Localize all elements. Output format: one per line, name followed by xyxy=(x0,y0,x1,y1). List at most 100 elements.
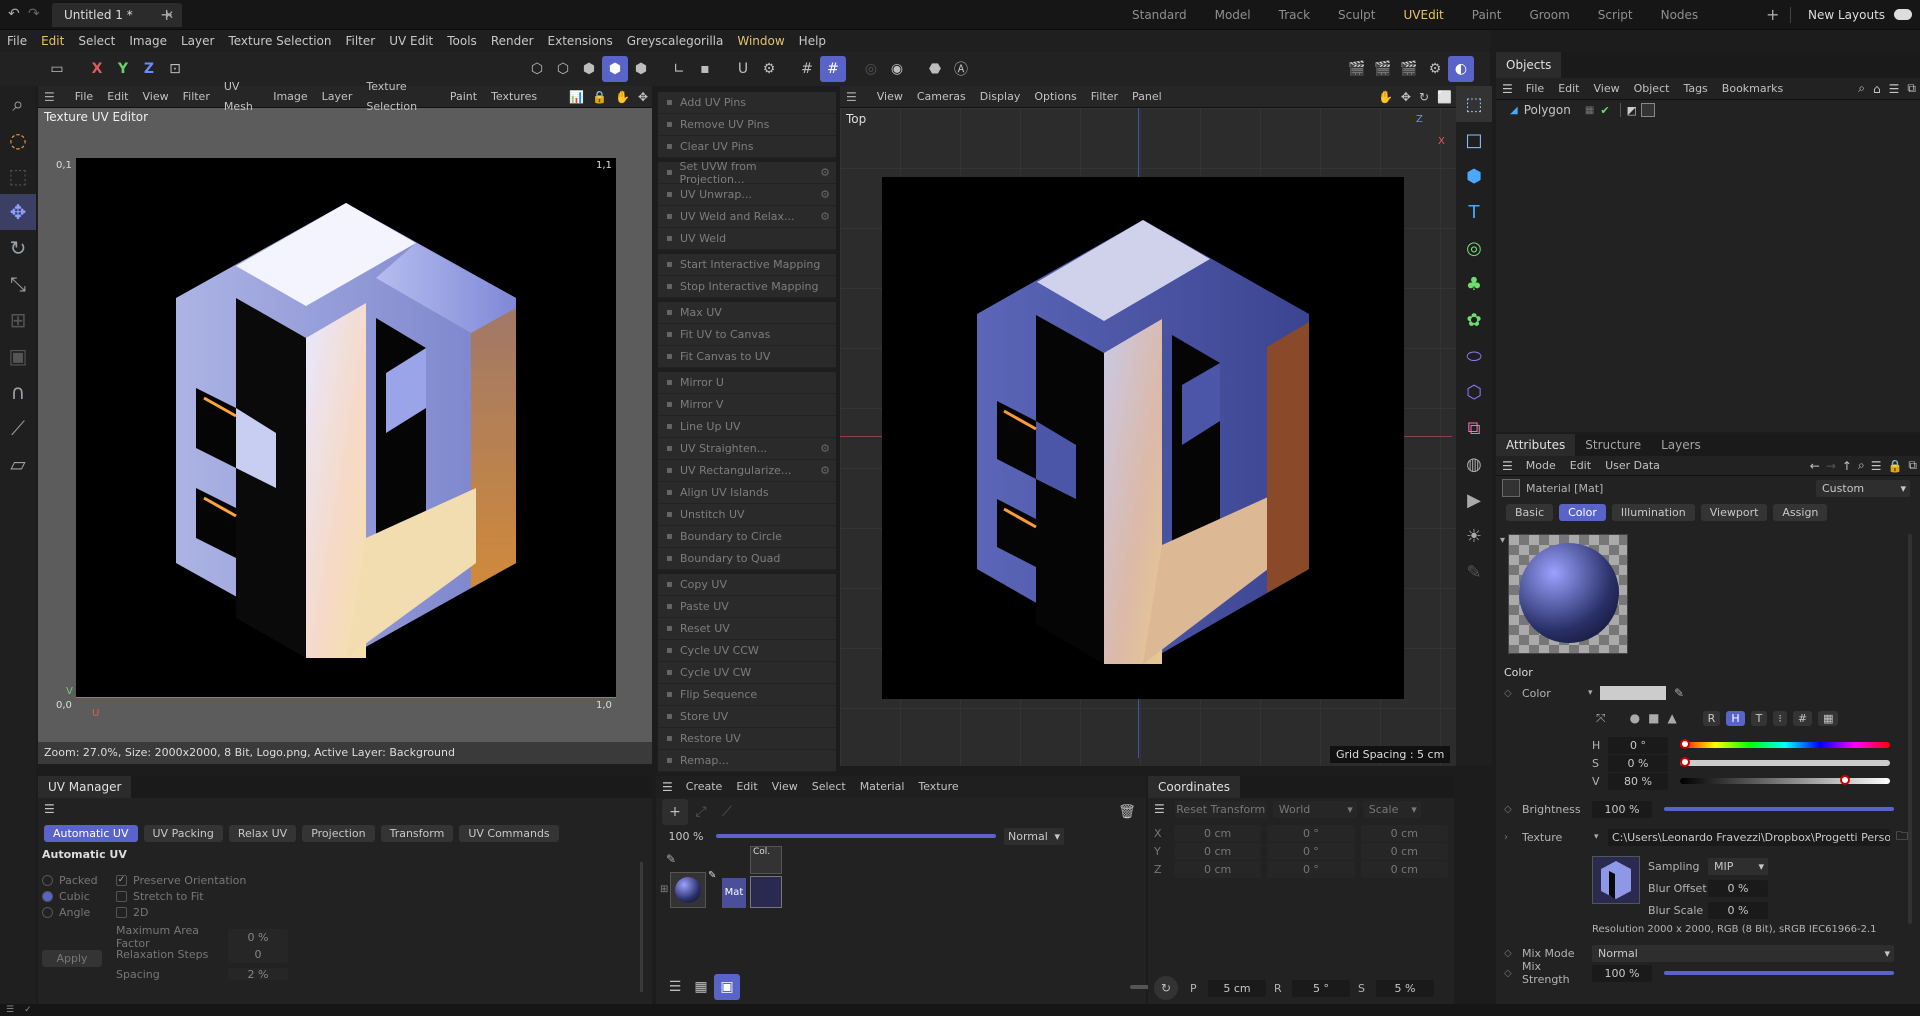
relax-steps-field[interactable]: 0 xyxy=(228,946,288,963)
grid-view-icon[interactable]: ▦ xyxy=(688,974,714,1000)
uv-command-start-interactive-mapping[interactable]: ▪ Start Interactive Mapping xyxy=(658,254,836,276)
new-tab-icon[interactable]: + xyxy=(160,5,173,24)
uv-menu-textures[interactable]: Textures xyxy=(484,87,544,107)
mix-mode-dropdown[interactable]: Normal ▾ xyxy=(1592,944,1894,962)
checkbox-icon[interactable] xyxy=(116,906,127,918)
uv-select-icon[interactable]: ⬚ xyxy=(1456,86,1492,122)
render-settings-clapper-icon[interactable]: ⚙ xyxy=(1422,56,1448,82)
hsv-field[interactable]: 0 ° xyxy=(1608,736,1668,754)
menu-greyscalegorilla[interactable]: Greyscalegorilla xyxy=(620,30,731,52)
deformer-icon[interactable]: ✿ xyxy=(1456,302,1492,338)
menu-window[interactable]: Window xyxy=(730,30,791,52)
uv-transform-icon[interactable]: ▣ xyxy=(0,338,36,374)
p-field[interactable]: 5 cm xyxy=(1208,979,1266,997)
uv-command-cycle-uv-cw[interactable]: ▪ Cycle UV CW xyxy=(658,662,836,684)
hsv-slider[interactable] xyxy=(1680,775,1890,785)
eyedropper-icon[interactable]: ✎ xyxy=(1674,686,1684,700)
uv-command-reset-uv[interactable]: ▪ Reset UV xyxy=(658,618,836,640)
uv-command-stop-interactive-mapping[interactable]: ▪ Stop Interactive Mapping xyxy=(658,276,836,298)
material-label[interactable]: Mat xyxy=(722,878,746,908)
gear-icon[interactable]: ⚙ xyxy=(820,464,830,477)
model-icon[interactable]: ⬣ xyxy=(922,56,948,82)
add-material-icon[interactable]: + xyxy=(662,799,688,825)
hsv-mode-button[interactable]: H xyxy=(1726,710,1745,726)
menu-tools[interactable]: Tools xyxy=(440,30,484,52)
uv-command-boundary-to-quad[interactable]: ▪ Boundary to Quad xyxy=(658,548,836,570)
uv-command-line-up-uv[interactable]: ▪ Line Up UV xyxy=(658,416,836,438)
zoom-icon[interactable]: ⌕ xyxy=(0,86,36,122)
camera-icon[interactable]: ▶ xyxy=(1456,482,1492,518)
delete-icon[interactable]: 🗑 xyxy=(1114,799,1140,825)
coord-pos-field[interactable]: 0 cm xyxy=(1173,842,1262,860)
radio-icon[interactable] xyxy=(42,874,53,886)
tab-attributes[interactable]: Attributes xyxy=(1496,434,1576,456)
attributes-scrollbar[interactable] xyxy=(1908,534,1912,924)
zoom-slider[interactable] xyxy=(716,834,996,838)
forward-arrow-icon[interactable]: → xyxy=(1823,459,1839,473)
coord-rot-field[interactable]: 0 ° xyxy=(1267,860,1355,878)
hamburger-icon[interactable]: ☰ xyxy=(38,86,61,108)
apply-button[interactable]: Apply xyxy=(42,950,102,967)
uv-command-copy-uv[interactable]: ▪ Copy UV xyxy=(658,574,836,596)
sculpt-brush-icon[interactable]: Ⓐ xyxy=(948,56,974,82)
tab-layers[interactable]: Layers xyxy=(1651,434,1711,456)
layout-tab-sculpt[interactable]: Sculpt xyxy=(1324,0,1389,30)
menu-uv-edit[interactable]: UV Edit xyxy=(382,30,440,52)
material-menu-edit[interactable]: Edit xyxy=(729,777,764,797)
gear-icon[interactable]: ⚙ xyxy=(820,188,830,201)
slider-knob[interactable] xyxy=(1680,739,1690,749)
uv-command-boundary-to-circle[interactable]: ▪ Boundary to Circle xyxy=(658,526,836,548)
edit-pen-icon[interactable]: ✎ xyxy=(708,870,716,881)
pan-icon[interactable]: ✋ xyxy=(1374,86,1397,108)
tab-structure[interactable]: Structure xyxy=(1575,434,1651,456)
uv-menu-filter[interactable]: Filter xyxy=(176,87,217,107)
search-icon[interactable]: ⌕ xyxy=(1855,458,1868,473)
uv-canvas[interactable] xyxy=(76,158,616,698)
uv-command-store-uv[interactable]: ▪ Store UV xyxy=(658,706,836,728)
projection-option-angle[interactable]: Angle xyxy=(42,904,98,920)
expand-icon[interactable]: ⊞ xyxy=(660,884,668,895)
tag-icon[interactable]: ⧉ xyxy=(1456,410,1492,446)
cloner-icon[interactable]: ♣ xyxy=(1456,266,1492,302)
blur-offset-field[interactable]: 0 % xyxy=(1708,880,1768,897)
hsv-slider[interactable] xyxy=(1680,739,1890,749)
material-menu-view[interactable]: View xyxy=(765,777,805,797)
blur-scale-field[interactable]: 0 % xyxy=(1708,902,1768,919)
menu-extensions[interactable]: Extensions xyxy=(541,30,620,52)
uv-menu-uv-mesh[interactable]: UV Mesh xyxy=(217,77,266,117)
large-view-icon[interactable]: ▣ xyxy=(714,974,740,1000)
coord-rot-field[interactable]: 0 ° xyxy=(1267,842,1355,860)
r-field[interactable]: 5 ° xyxy=(1292,979,1350,997)
color-picker-icon[interactable]: ⤧ xyxy=(1596,711,1606,726)
uv-command-restore-uv[interactable]: ▪ Restore UV xyxy=(658,728,836,750)
workplane-grid-icon[interactable]: # xyxy=(820,56,846,82)
chevron-down-icon[interactable]: ▾ xyxy=(1588,688,1596,698)
tweak-mode-icon[interactable]: ▪ xyxy=(692,56,718,82)
blend-dropdown[interactable]: Normal ▾ xyxy=(1004,827,1064,845)
list-view-icon[interactable]: ☰ xyxy=(662,974,688,1000)
uv-command-cycle-uv-ccw[interactable]: ▪ Cycle UV CCW xyxy=(658,640,836,662)
texture-channel-thumbnail[interactable] xyxy=(750,876,782,908)
uv-manager-scrollbar[interactable] xyxy=(640,862,643,992)
uv-command-paste-uv[interactable]: ▪ Paste UV xyxy=(658,596,836,618)
uv-command-uv-weld-and-relax[interactable]: ▪ UV Weld and Relax... ⚙ xyxy=(658,206,836,228)
grid-icon[interactable]: # xyxy=(794,56,820,82)
material-tag-icon[interactable] xyxy=(1640,103,1655,117)
menu-texture-selection[interactable]: Texture Selection xyxy=(221,30,338,52)
layout-tab-paint[interactable]: Paint xyxy=(1458,0,1516,30)
uv-command-uv-unwrap[interactable]: ▪ UV Unwrap... ⚙ xyxy=(658,184,836,206)
uv-manager-tab-projection[interactable]: Projection xyxy=(302,824,375,842)
checkbox-icon[interactable]: ✓ xyxy=(116,874,127,886)
enabled-check-icon[interactable]: ✔ xyxy=(1600,104,1609,117)
hamburger-icon[interactable]: ☰ xyxy=(1496,459,1519,473)
projection-option-packed[interactable]: Packed xyxy=(42,872,98,888)
uv-manager-tab-uv-commands[interactable]: UV Commands xyxy=(459,824,559,842)
generator-icon[interactable]: ◎ xyxy=(1456,230,1492,266)
texture-path-field[interactable]: C:\Users\Leonardo Fravezzi\Dropbox\Proge… xyxy=(1608,828,1890,846)
menu-edit[interactable]: Edit xyxy=(34,30,71,52)
mix-strength-field[interactable]: 100 % xyxy=(1592,964,1652,982)
render-lock-icon[interactable]: ◎ xyxy=(858,56,884,82)
hamburger-icon[interactable]: ☰ xyxy=(1154,802,1165,816)
new-window-icon[interactable]: ⧉ xyxy=(1905,458,1920,473)
light-icon[interactable]: ☀ xyxy=(1456,518,1492,554)
